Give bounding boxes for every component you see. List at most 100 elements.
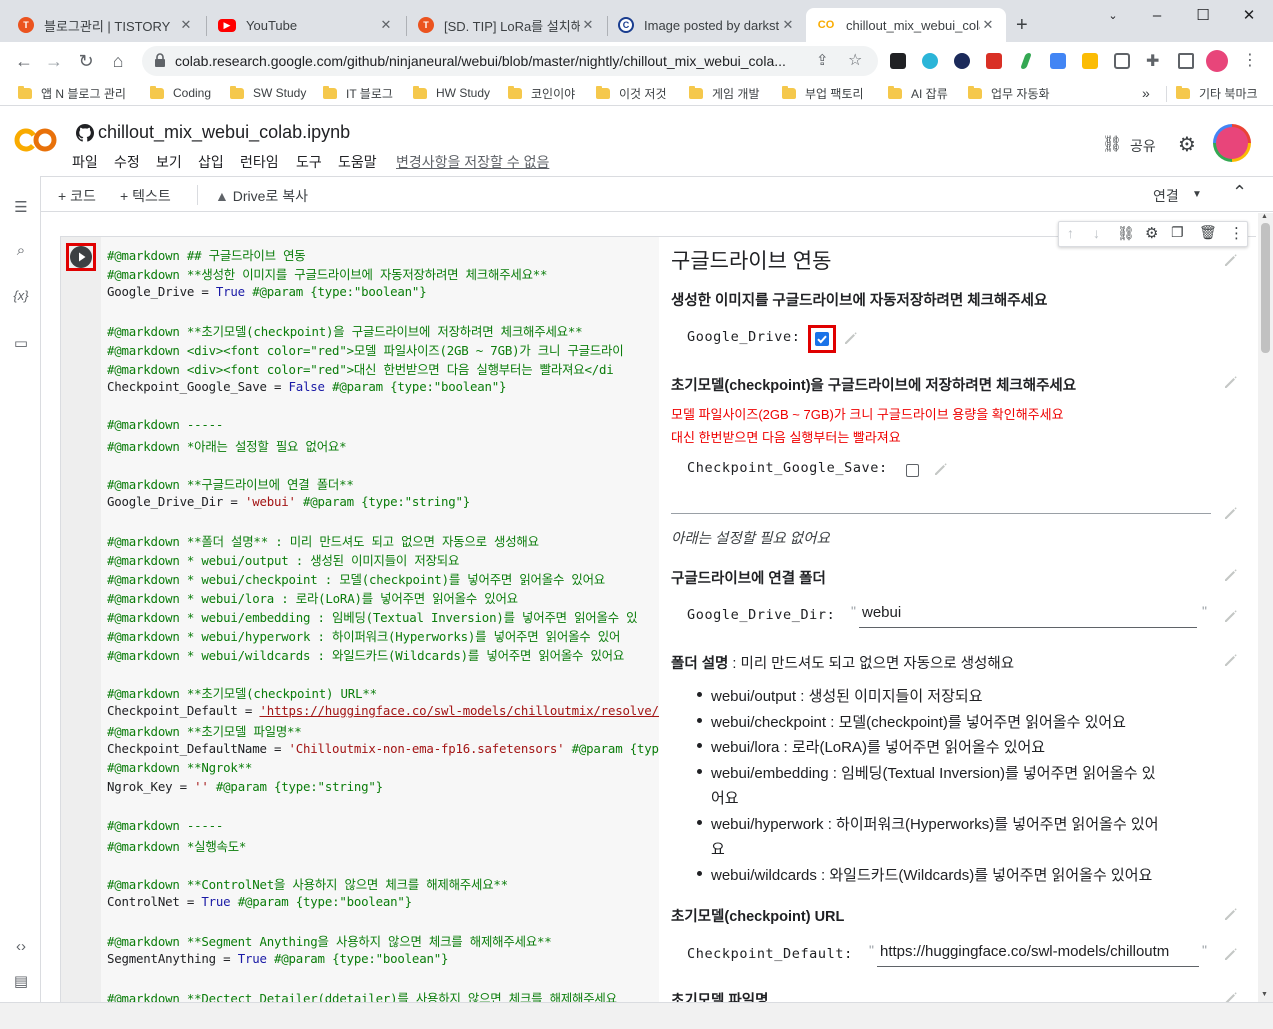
extension-icon[interactable]	[1050, 53, 1066, 69]
edit-pencil-icon[interactable]	[1222, 989, 1240, 1002]
edit-pencil-icon[interactable]	[1222, 566, 1240, 584]
menu-insert[interactable]: 삽입	[198, 152, 224, 172]
reload-icon[interactable]: ↻	[74, 50, 98, 74]
menu-view[interactable]: 보기	[156, 152, 182, 172]
edit-pencil-icon[interactable]	[1222, 373, 1240, 391]
browser-tab-active[interactable]: CO chillout_mix_webui_colab ✕	[806, 8, 1006, 42]
bookmark-folder[interactable]: 게임 개발	[689, 84, 760, 102]
share-button[interactable]: 공유	[1130, 136, 1156, 156]
share-page-icon[interactable]: ⇪	[816, 51, 829, 69]
edit-pencil-icon[interactable]	[842, 329, 860, 347]
drive-dir-input[interactable]: webui	[859, 602, 1197, 628]
back-icon[interactable]: ←	[12, 50, 36, 74]
cell-settings-icon[interactable]: ⚙	[1145, 224, 1158, 242]
bookmark-folder[interactable]: 부업 팩토리	[782, 84, 864, 102]
variables-icon[interactable]: {x}	[11, 288, 31, 308]
mirror-cell-icon[interactable]: ❐	[1171, 224, 1184, 241]
extension-icon[interactable]	[954, 53, 970, 69]
edit-pencil-icon[interactable]	[1222, 251, 1240, 269]
url-text[interactable]: colab.research.google.com/github/ninjane…	[175, 53, 807, 69]
edit-pencil-icon[interactable]	[1222, 504, 1240, 522]
edit-pencil-icon[interactable]	[1222, 651, 1240, 669]
move-down-icon[interactable]: ↓	[1093, 225, 1100, 241]
close-tab-icon[interactable]: ✕	[378, 17, 394, 33]
bookmark-star-icon[interactable]: ☆	[848, 50, 862, 70]
copy-to-drive-button[interactable]: ▲ Drive로 복사	[215, 186, 308, 206]
google-drive-checkbox[interactable]	[815, 332, 829, 346]
add-text-button[interactable]: + 텍스트	[120, 186, 171, 206]
maximize-icon[interactable]: ☐	[1180, 4, 1226, 28]
account-avatar[interactable]	[1213, 124, 1251, 162]
toc-icon[interactable]: ☰	[11, 198, 31, 218]
extension-icon[interactable]	[986, 53, 1002, 69]
kebab-menu-icon[interactable]: ⋮	[1242, 50, 1258, 70]
menu-tools[interactable]: 도구	[296, 152, 322, 172]
close-window-icon[interactable]: ✕	[1226, 4, 1272, 28]
colab-logo-icon[interactable]	[14, 126, 58, 154]
chevron-up-icon[interactable]: ⌃	[1232, 182, 1247, 203]
bookmark-folder[interactable]: 이것 저것	[596, 84, 667, 102]
browser-tab[interactable]: T [SD. TIP] LoRa를 설치해 ✕	[408, 8, 606, 42]
link-cell-icon[interactable]: ⛓	[1117, 225, 1135, 242]
run-cell-button[interactable]	[70, 246, 92, 268]
bookmark-folder-other[interactable]: 기타 북마크	[1176, 84, 1258, 102]
search-icon[interactable]: ⌕	[11, 242, 31, 262]
tab-search-icon[interactable]: ⌄	[1090, 4, 1136, 28]
menu-file[interactable]: 파일	[72, 152, 98, 172]
connect-button[interactable]: 연결	[1153, 186, 1179, 206]
menu-help[interactable]: 도움말	[338, 152, 377, 172]
close-tab-icon[interactable]: ✕	[780, 17, 796, 33]
close-tab-icon[interactable]: ✕	[178, 17, 194, 33]
edit-pencil-icon[interactable]	[932, 460, 950, 478]
edit-pencil-icon[interactable]	[1222, 945, 1240, 963]
address-bar[interactable]: colab.research.google.com/github/ninjane…	[142, 46, 878, 76]
bookmark-folder[interactable]: AI 잡류	[888, 84, 948, 102]
move-up-icon[interactable]: ↑	[1067, 225, 1074, 241]
extension-icon[interactable]	[1114, 53, 1130, 69]
bookmark-folder[interactable]: 앱 N 블로그 관리	[18, 84, 126, 102]
extension-icon[interactable]	[890, 53, 906, 69]
bookmark-folder[interactable]: IT 블로그	[323, 84, 393, 102]
edit-pencil-icon[interactable]	[1222, 905, 1240, 923]
browser-tab[interactable]: ▶ YouTube ✕	[208, 8, 404, 42]
side-panel-icon[interactable]	[1178, 53, 1194, 69]
save-notice-link[interactable]: 변경사항을 저장할 수 없음	[396, 152, 549, 172]
files-folder-icon[interactable]: ▭	[11, 334, 31, 354]
close-tab-icon[interactable]: ✕	[980, 17, 996, 33]
extension-icon[interactable]	[922, 53, 938, 69]
bookmark-folder[interactable]: 코인이야	[508, 84, 575, 102]
code-editor[interactable]: #@markdown ## 구글드라이브 연동 #@markdown **생성한 …	[101, 237, 659, 1002]
notebook-title[interactable]: chillout_mix_webui_colab.ipynb	[98, 122, 350, 143]
browser-tab[interactable]: C Image posted by darkst ✕	[608, 8, 806, 42]
extension-icon[interactable]	[1082, 53, 1098, 69]
avatar[interactable]	[1206, 50, 1228, 72]
delete-icon[interactable]: 🗑	[1199, 224, 1217, 241]
bookmarks-overflow-icon[interactable]: »	[1142, 84, 1150, 102]
browser-tab[interactable]: T 블로그관리 | TISTORY ✕	[8, 8, 204, 42]
bookmark-folder[interactable]: 업무 자동화	[968, 84, 1050, 102]
bookmark-folder[interactable]: SW Study	[230, 84, 306, 102]
vertical-scrollbar[interactable]: ▲ ▼	[1258, 213, 1273, 1002]
forward-icon[interactable]: →	[42, 50, 66, 74]
terminal-icon[interactable]: ▤	[11, 972, 31, 992]
plus-icon[interactable]: +	[1016, 14, 1028, 37]
bookmark-folder[interactable]: Coding	[150, 84, 211, 102]
checkpoint-save-checkbox[interactable]	[906, 464, 919, 477]
puzzle-icon[interactable]: ✚	[1146, 51, 1159, 71]
minimize-icon[interactable]: –	[1134, 4, 1180, 28]
menu-runtime[interactable]: 런타임	[240, 152, 279, 172]
home-icon[interactable]: ⌂	[106, 50, 130, 74]
scrollbar-thumb[interactable]	[1261, 223, 1270, 353]
menu-edit[interactable]: 수정	[114, 152, 140, 172]
bookmark-folder[interactable]: HW Study	[413, 84, 490, 102]
scroll-up-icon[interactable]: ▲	[1261, 213, 1268, 220]
close-tab-icon[interactable]: ✕	[580, 17, 596, 33]
scroll-down-icon[interactable]: ▼	[1261, 991, 1268, 998]
checkpoint-default-input[interactable]: https://huggingface.co/swl-models/chillo…	[877, 941, 1199, 967]
add-code-button[interactable]: + 코드	[58, 186, 96, 206]
more-icon[interactable]: ⋮	[1229, 224, 1244, 242]
settings-gear-icon[interactable]: ⚙	[1178, 132, 1196, 157]
edit-pencil-icon[interactable]	[1222, 607, 1240, 625]
code-snippets-icon[interactable]: ‹›	[11, 938, 31, 958]
caret-down-icon[interactable]: ▼	[1192, 189, 1202, 200]
